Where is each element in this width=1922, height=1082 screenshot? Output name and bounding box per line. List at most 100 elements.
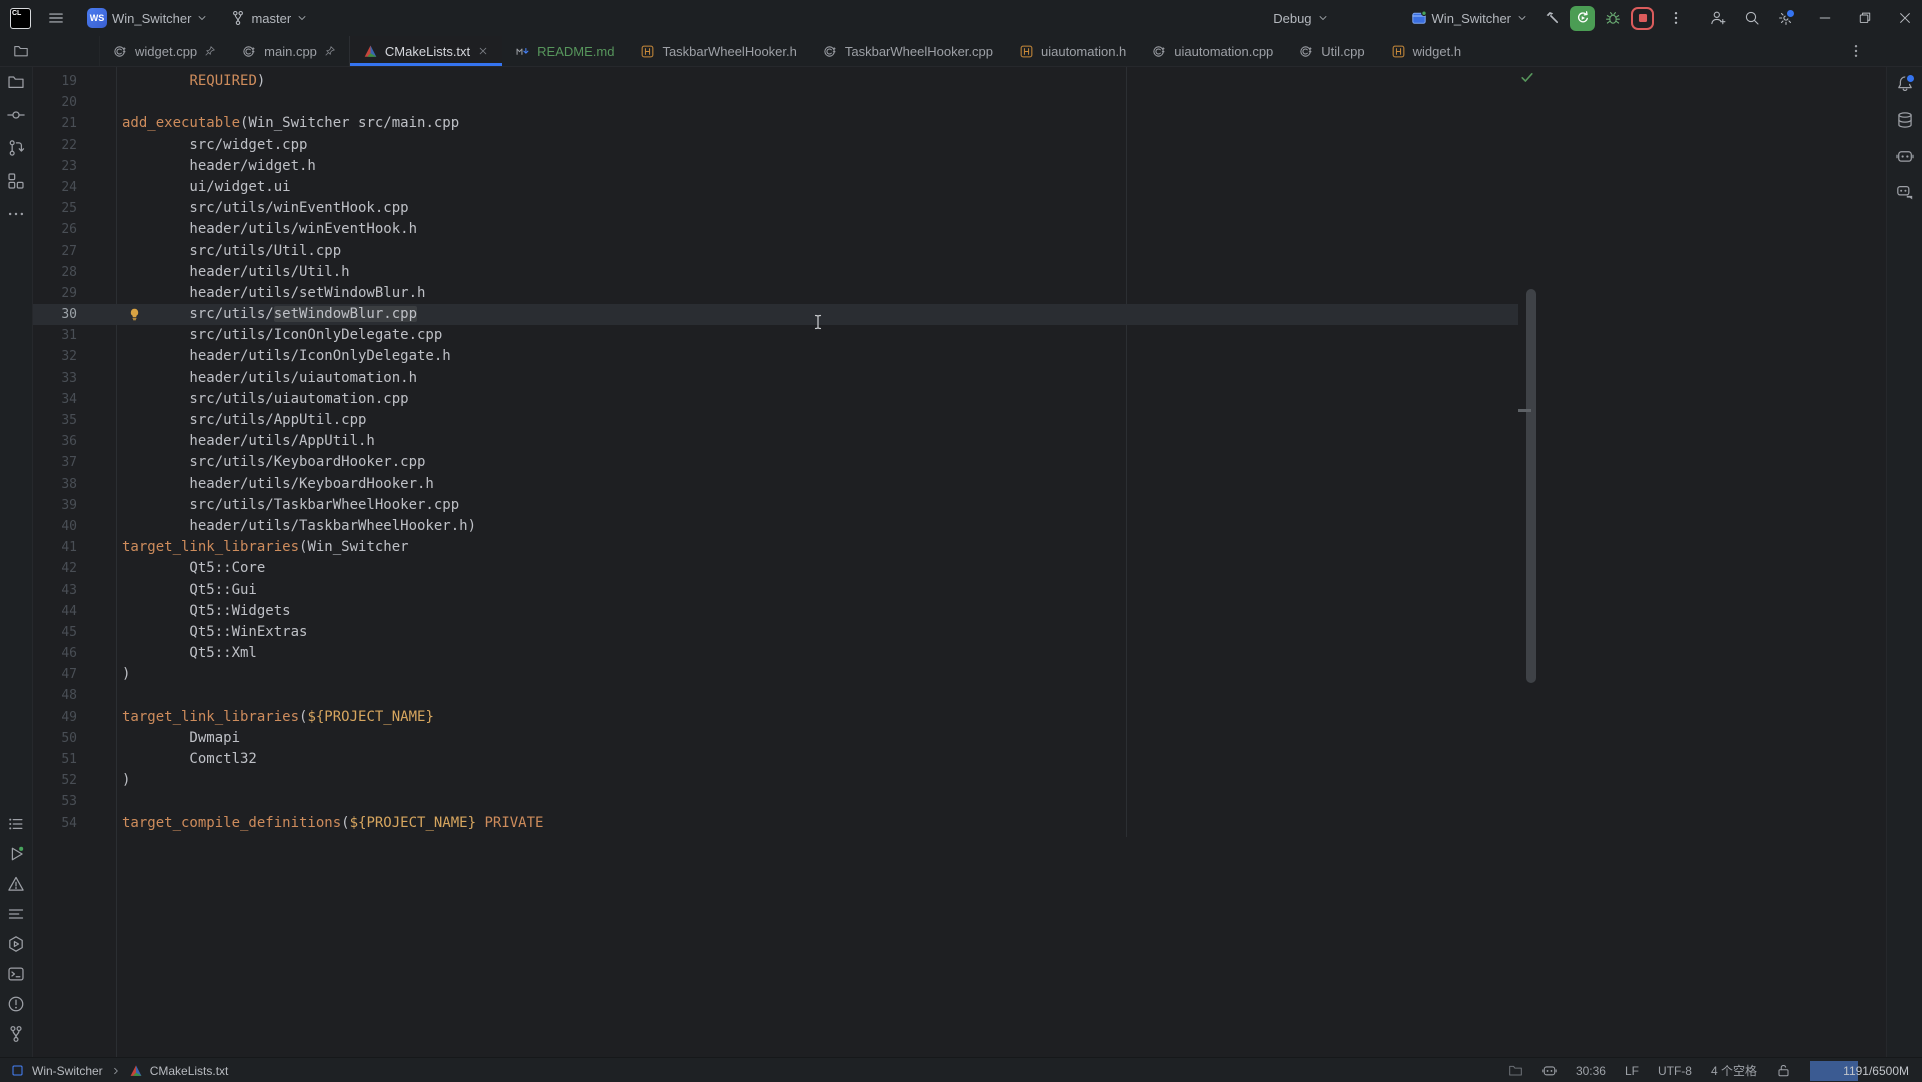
code-line-22[interactable]: 22 src/widget.cpp: [33, 135, 1886, 156]
minimize-button[interactable]: [1818, 11, 1832, 25]
code-line-29[interactable]: 29 header/utils/setWindowBlur.h: [33, 283, 1886, 304]
line-number[interactable]: 27: [33, 241, 116, 262]
line-number[interactable]: 47: [33, 664, 116, 685]
breadcrumb-project[interactable]: Win-Switcher: [32, 1064, 103, 1078]
pin-icon[interactable]: [324, 45, 336, 57]
project-view-toggle[interactable]: [0, 36, 100, 66]
branch-widget[interactable]: master: [224, 6, 314, 30]
todo-tool-button[interactable]: [7, 815, 25, 833]
code-line-52[interactable]: 52): [33, 770, 1886, 791]
line-number[interactable]: 36: [33, 431, 116, 452]
code-line-46[interactable]: 46 Qt5::Xml: [33, 643, 1886, 664]
tab-main.cpp[interactable]: main.cpp: [229, 36, 350, 66]
breadcrumb-file[interactable]: CMakeLists.txt: [150, 1064, 229, 1078]
line-number[interactable]: 52: [33, 770, 116, 791]
code-line-34[interactable]: 34 src/utils/uiautomation.cpp: [33, 389, 1886, 410]
code-line-27[interactable]: 27 src/utils/Util.cpp: [33, 241, 1886, 262]
line-number[interactable]: 35: [33, 410, 116, 431]
line-number[interactable]: 29: [33, 283, 116, 304]
commit-tool-button[interactable]: [7, 106, 25, 124]
tab-uiautomation.h[interactable]: uiautomation.h: [1006, 36, 1139, 66]
ai-chat-tool-button[interactable]: [1896, 183, 1914, 201]
code-line-48[interactable]: 48: [33, 685, 1886, 706]
code-line-45[interactable]: 45 Qt5::WinExtras: [33, 622, 1886, 643]
code-area[interactable]: 19 REQUIRED)2021add_executable(Win_Switc…: [33, 71, 1886, 834]
restore-button[interactable]: [1858, 11, 1872, 25]
line-number[interactable]: 43: [33, 580, 116, 601]
line-number[interactable]: 48: [33, 685, 116, 706]
ai-status-icon[interactable]: [1542, 1063, 1557, 1078]
run-config-selector[interactable]: Win_Switcher: [1405, 6, 1534, 30]
code-line-37[interactable]: 37 src/utils/KeyboardHooker.cpp: [33, 452, 1886, 473]
code-line-32[interactable]: 32 header/utils/IconOnlyDelegate.h: [33, 346, 1886, 367]
code-line-26[interactable]: 26 header/utils/winEventHook.h: [33, 219, 1886, 240]
code-line-49[interactable]: 49target_link_libraries(${PROJECT_NAME}: [33, 707, 1886, 728]
more-actions-button[interactable]: [1668, 10, 1684, 26]
memory-indicator[interactable]: 1191/6500M: [1810, 1061, 1914, 1081]
code-line-53[interactable]: 53: [33, 791, 1886, 812]
code-line-23[interactable]: 23 header/widget.h: [33, 156, 1886, 177]
code-line-28[interactable]: 28 header/utils/Util.h: [33, 262, 1886, 283]
line-number[interactable]: 20: [33, 92, 116, 113]
line-number[interactable]: 41: [33, 537, 116, 558]
tab-CMakeLists.txt[interactable]: CMakeLists.txt: [350, 36, 502, 66]
line-number[interactable]: 30: [33, 304, 116, 325]
line-number[interactable]: 21: [33, 113, 116, 134]
code-line-38[interactable]: 38 header/utils/KeyboardHooker.h: [33, 474, 1886, 495]
line-number[interactable]: 54: [33, 813, 116, 834]
code-line-44[interactable]: 44 Qt5::Widgets: [33, 601, 1886, 622]
search-everywhere-button[interactable]: [1744, 10, 1760, 26]
close-button[interactable]: [1898, 11, 1912, 25]
tab-Util.cpp[interactable]: Util.cpp: [1286, 36, 1377, 66]
code-line-39[interactable]: 39 src/utils/TaskbarWheelHooker.cpp: [33, 495, 1886, 516]
line-number[interactable]: 28: [33, 262, 116, 283]
pull-requests-tool-button[interactable]: [7, 139, 25, 157]
line-number[interactable]: 22: [33, 135, 116, 156]
line-number[interactable]: 24: [33, 177, 116, 198]
more-tool-windows-tool-button[interactable]: [7, 205, 25, 223]
code-line-33[interactable]: 33 header/utils/uiautomation.h: [33, 368, 1886, 389]
tab-TaskbarWheelHooker.h[interactable]: TaskbarWheelHooker.h: [627, 36, 809, 66]
code-line-41[interactable]: 41target_link_libraries(Win_Switcher: [33, 537, 1886, 558]
line-number[interactable]: 49: [33, 707, 116, 728]
tab-widget.h[interactable]: widget.h: [1378, 36, 1474, 66]
run-button[interactable]: [1570, 6, 1595, 31]
code-line-43[interactable]: 43 Qt5::Gui: [33, 580, 1886, 601]
line-number[interactable]: 33: [33, 368, 116, 389]
code-line-21[interactable]: 21add_executable(Win_Switcher src/main.c…: [33, 113, 1886, 134]
line-number[interactable]: 40: [33, 516, 116, 537]
tab-README.md[interactable]: README.md: [502, 36, 627, 66]
code-line-31[interactable]: 31 src/utils/IconOnlyDelegate.cpp: [33, 325, 1886, 346]
main-menu-button[interactable]: [41, 5, 71, 31]
settings-button[interactable]: [1778, 10, 1794, 26]
line-number[interactable]: 46: [33, 643, 116, 664]
line-number[interactable]: 51: [33, 749, 116, 770]
project-widget[interactable]: WS Win_Switcher: [81, 4, 214, 32]
code-line-51[interactable]: 51 Comctl32: [33, 749, 1886, 770]
code-line-24[interactable]: 24 ui/widget.ui: [33, 177, 1886, 198]
caret-position-widget[interactable]: 30:36: [1576, 1064, 1606, 1078]
debug-button[interactable]: [1605, 10, 1621, 26]
build-type-selector[interactable]: Debug: [1267, 7, 1334, 30]
cmake-tool-button[interactable]: [7, 905, 25, 923]
line-number[interactable]: 39: [33, 495, 116, 516]
line-number[interactable]: 53: [33, 791, 116, 812]
line-number[interactable]: 19: [33, 71, 116, 92]
code-line-19[interactable]: 19 REQUIRED): [33, 71, 1886, 92]
line-number[interactable]: 42: [33, 558, 116, 579]
code-line-25[interactable]: 25 src/utils/winEventHook.cpp: [33, 198, 1886, 219]
project-tool-button[interactable]: [7, 73, 25, 91]
line-number[interactable]: 38: [33, 474, 116, 495]
close-tab-icon[interactable]: [477, 45, 489, 57]
line-number[interactable]: 37: [33, 452, 116, 473]
scratch-folder-icon[interactable]: [1508, 1063, 1523, 1078]
line-number[interactable]: 34: [33, 389, 116, 410]
code-line-50[interactable]: 50 Dwmapi: [33, 728, 1886, 749]
line-number[interactable]: 31: [33, 325, 116, 346]
services-tool-button[interactable]: [7, 935, 25, 953]
version-control-tool-button[interactable]: [7, 1025, 25, 1043]
line-number[interactable]: 23: [33, 156, 116, 177]
code-line-30[interactable]: 30 src/utils/setWindowBlur.cpp: [33, 304, 1886, 325]
line-number[interactable]: 26: [33, 219, 116, 240]
line-number[interactable]: 45: [33, 622, 116, 643]
